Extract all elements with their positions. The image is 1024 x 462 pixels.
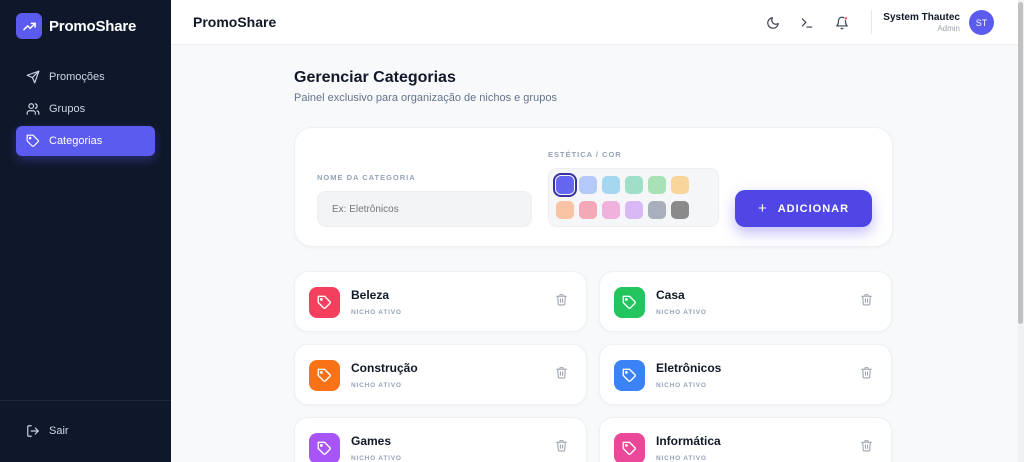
category-name: Casa [656,288,685,302]
sidebar: PromoShare Promoções Grupos Categorias S… [0,0,171,462]
color-swatch[interactable] [579,176,597,194]
logout-label: Sair [49,425,69,437]
category-name-input[interactable] [317,191,532,227]
color-swatch[interactable] [602,176,620,194]
theme-toggle-button[interactable] [764,14,782,32]
color-swatch[interactable] [556,200,574,219]
category-card: Casa NICHO ATIVO [599,271,892,332]
category-name: Construção [351,361,418,375]
plus-icon: + [757,200,768,217]
sidebar-item-promocoes[interactable]: Promoções [16,62,155,92]
tag-icon [309,360,340,391]
category-name-label: NOME DA CATEGORIA [317,173,416,182]
page-subtitle: Painel exclusivo para organização de nic… [294,92,557,104]
scrollbar-thumb[interactable] [1018,2,1023,324]
sidebar-item-grupos[interactable]: Grupos [16,94,155,124]
tag-icon [614,360,645,391]
category-status: NICHO ATIVO [656,309,707,316]
brand[interactable]: PromoShare [16,13,136,39]
delete-category-button[interactable] [858,440,874,456]
color-swatch[interactable] [579,200,597,219]
category-name: Games [351,434,392,448]
category-card: Informática NICHO ATIVO [599,417,892,462]
color-swatch[interactable] [625,176,643,194]
sidebar-item-label: Grupos [49,103,86,115]
delete-category-button[interactable] [858,294,874,310]
user-name: System Thautec [883,12,960,23]
add-button-label: ADICIONAR [777,202,850,215]
trash-icon [555,293,568,311]
tag-icon [26,134,39,147]
terminal-icon [801,18,813,28]
category-name: Beleza [351,288,390,302]
category-card: Games NICHO ATIVO [294,417,587,462]
color-swatch[interactable] [648,200,666,219]
sidebar-item-label: Categorias [49,135,103,147]
tag-icon [309,287,340,318]
scrollbar[interactable] [1018,0,1024,462]
sidebar-divider [0,400,171,401]
moon-icon [767,17,779,29]
tag-icon [614,433,645,462]
log-out-icon [27,425,39,437]
top-bar: PromoShare System Thautec Admin ST [171,0,1018,45]
sidebar-nav: Promoções Grupos Categorias [16,62,155,158]
color-swatch[interactable] [602,200,620,219]
color-swatch[interactable] [553,173,577,197]
user-role: Admin [937,24,960,33]
trash-icon [860,366,873,384]
category-card: Construção NICHO ATIVO [294,344,587,405]
delete-category-button[interactable] [553,367,569,383]
delete-category-button[interactable] [858,367,874,383]
trash-icon [860,439,873,457]
logout-button[interactable]: Sair [16,417,155,445]
header-divider [871,10,872,34]
color-swatch[interactable] [671,200,689,219]
send-icon [26,70,40,84]
tag-icon [309,433,340,462]
trash-icon [555,439,568,457]
color-swatch[interactable] [671,176,689,194]
users-icon [26,103,40,115]
category-status: NICHO ATIVO [351,455,402,462]
color-swatch[interactable] [625,200,643,219]
delete-category-button[interactable] [553,294,569,310]
trash-icon [555,366,568,384]
sidebar-item-categorias[interactable]: Categorias [16,126,155,156]
category-status: NICHO ATIVO [656,382,707,389]
trending-up-icon [16,13,42,39]
category-form-card: NOME DA CATEGORIA ESTÉTICA / COR + ADICI… [294,127,893,247]
color-swatch[interactable] [648,176,666,194]
add-category-button[interactable]: + ADICIONAR [735,190,872,227]
avatar[interactable]: ST [969,10,994,35]
terminal-button[interactable] [798,14,816,32]
category-status: NICHO ATIVO [656,455,707,462]
sidebar-item-label: Promoções [49,71,105,83]
trash-icon [860,293,873,311]
category-status: NICHO ATIVO [351,309,402,316]
notifications-button[interactable] [833,14,851,32]
category-name: Informática [656,434,721,448]
brand-name: PromoShare [49,17,137,35]
category-card: Beleza NICHO ATIVO [294,271,587,332]
category-card: Eletrônicos NICHO ATIVO [599,344,892,405]
category-status: NICHO ATIVO [351,382,402,389]
tag-icon [614,287,645,318]
category-name: Eletrônicos [656,361,722,375]
page-title: Gerenciar Categorias [294,69,456,86]
color-label: ESTÉTICA / COR [548,150,622,159]
header-title: PromoShare [193,14,277,30]
bell-icon [836,16,848,30]
delete-category-button[interactable] [553,440,569,456]
color-palette [548,168,719,227]
